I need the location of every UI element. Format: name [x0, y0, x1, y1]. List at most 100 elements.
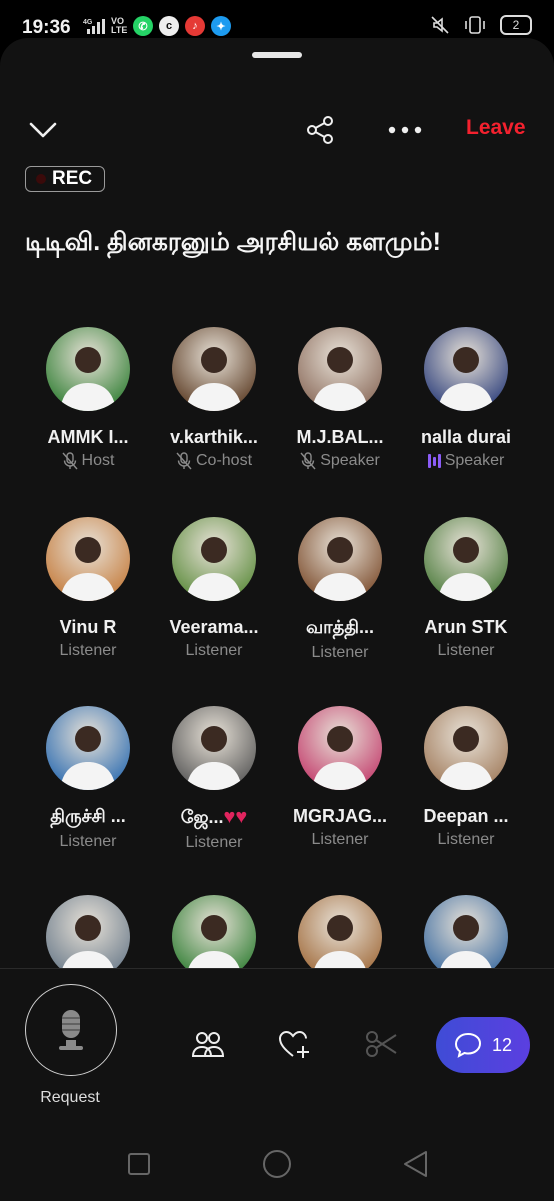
avatar[interactable] — [46, 706, 130, 790]
participant-role: Listener — [151, 834, 277, 852]
avatar-photo-icon — [424, 895, 508, 979]
participant-name: M.J.BAL... — [296, 427, 384, 447]
participant-card[interactable]: AMMK I... Host — [25, 327, 151, 470]
participant-role: Speaker — [403, 452, 529, 470]
role-label: Speaker — [444, 452, 505, 469]
svg-text:4G: 4G — [83, 19, 93, 26]
avatar[interactable] — [172, 327, 256, 411]
status-time: 19:36 — [22, 17, 71, 38]
avatar[interactable] — [298, 327, 382, 411]
participant-card[interactable]: வாத்தி... Listener — [277, 517, 403, 662]
avatar-photo-icon — [298, 895, 382, 979]
avatar[interactable] — [46, 327, 130, 411]
system-nav-bar — [0, 1125, 554, 1200]
participant-card[interactable] — [25, 895, 151, 979]
avatar[interactable] — [46, 517, 130, 601]
avatar[interactable] — [172, 517, 256, 601]
mute-icon — [431, 16, 449, 34]
participant-card[interactable] — [277, 895, 403, 979]
participant-card[interactable]: திருச்சி ... Listener — [25, 706, 151, 851]
speaking-wave-icon — [427, 454, 441, 468]
participant-name: v.karthik... — [170, 427, 258, 447]
request-label: Request — [40, 1089, 100, 1106]
avatar[interactable] — [172, 706, 256, 790]
avatar[interactable] — [424, 327, 508, 411]
participant-card[interactable]: v.karthik... Co-host — [151, 327, 277, 470]
participant-role: Listener — [277, 644, 403, 662]
role-label: Host — [81, 452, 115, 469]
avatar-photo-icon — [298, 327, 382, 411]
avatar[interactable] — [424, 706, 508, 790]
rec-label: REC — [52, 168, 93, 189]
participant-card[interactable]: Arun STK Listener — [403, 517, 529, 660]
scissors-icon — [366, 1031, 397, 1057]
participant-card[interactable]: nalla durai Speaker — [403, 327, 529, 470]
avatar[interactable] — [298, 517, 382, 601]
participant-card[interactable]: Deepan ... Listener — [403, 706, 529, 849]
recording-badge: REC — [25, 166, 105, 192]
avatar-photo-icon — [424, 517, 508, 601]
participant-card[interactable] — [151, 895, 277, 979]
leave-button[interactable]: Leave — [466, 116, 526, 140]
heart-plus-icon[interactable] — [278, 1029, 312, 1059]
participant-card[interactable]: MGRJAG... Listener — [277, 706, 403, 849]
collapse-chevron-icon[interactable] — [28, 118, 58, 142]
participant-role: Listener — [151, 642, 277, 660]
avatar[interactable] — [298, 706, 382, 790]
role-label: Listener — [185, 834, 243, 851]
participant-card[interactable] — [403, 895, 529, 979]
role-label: Listener — [185, 642, 243, 659]
avatar[interactable] — [424, 517, 508, 601]
vibrate-icon — [465, 16, 485, 34]
recents-square-icon[interactable] — [127, 1152, 151, 1176]
status-icons: 4G VO LTE ✆ c ♪ ✦ — [83, 16, 231, 36]
home-circle-icon[interactable] — [262, 1149, 292, 1179]
participant-name: nalla durai — [420, 427, 512, 447]
comments-button[interactable]: 12 — [436, 1017, 530, 1073]
request-mic-button[interactable] — [25, 984, 117, 1076]
role-label: Listener — [59, 642, 117, 659]
avatar-photo-icon — [424, 327, 508, 411]
participant-role: Listener — [403, 831, 529, 849]
participant-role: Speaker — [277, 452, 403, 470]
role-label: Speaker — [320, 452, 380, 469]
participant-card[interactable]: Vinu R Listener — [25, 517, 151, 660]
avatar-photo-icon — [424, 706, 508, 790]
heart-emoji-icon: ♥♥ — [223, 806, 248, 828]
role-label: Co-host — [195, 452, 253, 469]
role-label: Listener — [437, 831, 495, 848]
sheet-grabber[interactable] — [252, 52, 302, 58]
role-label: Listener — [311, 831, 369, 848]
volte-icon: VO LTE — [111, 16, 128, 35]
avatar[interactable] — [424, 895, 508, 979]
share-icon[interactable] — [304, 114, 336, 146]
participant-name: Vinu R — [59, 617, 117, 637]
avatar[interactable] — [46, 895, 130, 979]
avatar[interactable] — [172, 895, 256, 979]
participant-card[interactable]: Veerama... Listener — [151, 517, 277, 660]
participant-name: Deepan ... — [423, 806, 509, 826]
record-dot-icon — [36, 174, 46, 184]
participant-name: Arun STK — [424, 617, 508, 637]
participant-card[interactable]: ஜே...♥♥ Listener — [151, 706, 277, 852]
avatar-photo-icon — [46, 517, 130, 601]
participant-name: MGRJAG... — [292, 806, 387, 826]
avatar[interactable] — [298, 895, 382, 979]
avatar-photo-icon — [172, 327, 256, 411]
people-icon[interactable] — [191, 1029, 225, 1059]
back-triangle-icon[interactable] — [402, 1150, 428, 1178]
signal-icon: 4G — [83, 19, 105, 34]
avatar-photo-icon — [298, 517, 382, 601]
mic-off-icon — [62, 452, 78, 470]
participant-role: Listener — [25, 642, 151, 660]
participant-name: வாத்தி... — [305, 617, 375, 637]
avatar-photo-icon — [298, 706, 382, 790]
participant-role: Listener — [403, 642, 529, 660]
music-icon: ♪ — [185, 16, 205, 36]
participant-name: ஜே...♥♥ — [180, 806, 248, 828]
app-c-icon: c — [159, 16, 179, 36]
avatar-photo-icon — [172, 706, 256, 790]
participant-role: Listener — [277, 831, 403, 849]
participant-card[interactable]: M.J.BAL... Speaker — [277, 327, 403, 470]
more-options-icon[interactable] — [387, 118, 423, 142]
